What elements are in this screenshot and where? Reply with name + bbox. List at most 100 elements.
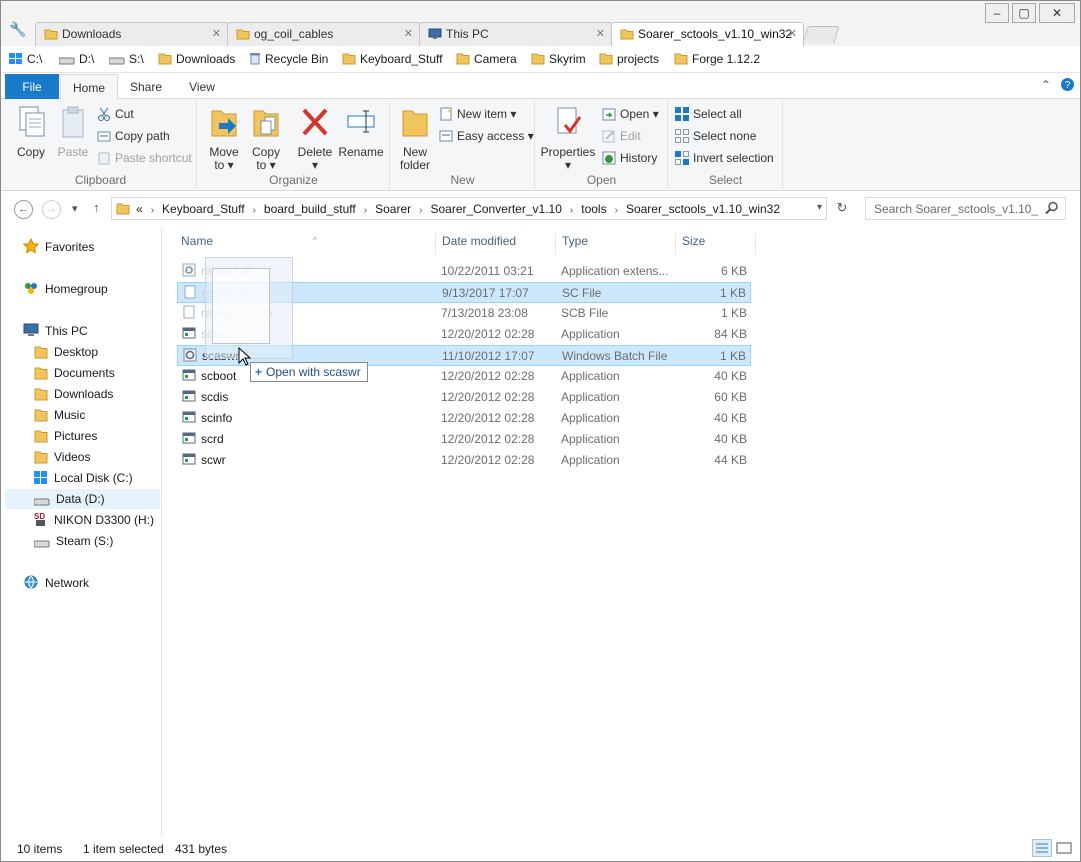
tab-home[interactable]: Home xyxy=(60,74,118,100)
close-icon[interactable]: ✕ xyxy=(212,27,221,40)
large-icons-view-button[interactable] xyxy=(1054,839,1074,857)
bookmark-projects[interactable]: projects xyxy=(599,52,659,68)
chevron-right-icon[interactable]: › xyxy=(615,205,618,216)
chevron-right-icon[interactable]: › xyxy=(151,205,154,216)
crumb-soarer[interactable]: Soarer xyxy=(375,202,411,216)
document-icon xyxy=(182,305,196,322)
close-icon[interactable]: ✕ xyxy=(596,27,605,40)
wrench-icon[interactable]: 🔧 xyxy=(9,21,26,38)
crumb-soarer-sctools[interactable]: Soarer_sctools_v1.10_win32 xyxy=(626,202,780,216)
edit-button[interactable]: Edit xyxy=(602,129,641,146)
nav-downloads[interactable]: Downloads xyxy=(34,384,113,404)
close-icon[interactable]: ✕ xyxy=(788,27,797,40)
tab-og-coil-cables[interactable]: og_coil_cables ✕ xyxy=(227,22,420,46)
nav-data-d[interactable]: Data (D:) xyxy=(5,489,160,509)
nav-steam-s[interactable]: Steam (S:) xyxy=(33,531,113,551)
nav-local-disk-c[interactable]: Local Disk (C:) xyxy=(34,468,133,488)
bookmark-c[interactable]: C:\ xyxy=(9,52,42,68)
paste-button[interactable]: Paste xyxy=(53,105,93,159)
bookmark-forge[interactable]: Forge 1.12.2 xyxy=(674,52,760,68)
search-input[interactable] xyxy=(866,198,1041,219)
tab-soarer-sctools[interactable]: Soarer_sctools_v1.10_win32 ✕ xyxy=(611,22,804,47)
file-row[interactable]: scdis 12/20/2012 02:28 Application 60 KB xyxy=(177,387,751,408)
minimize-button[interactable]: – xyxy=(985,3,1009,23)
search-icon[interactable] xyxy=(1045,201,1059,218)
paste-shortcut-button[interactable]: Paste shortcut xyxy=(97,151,192,168)
file-row[interactable]: scwr 12/20/2012 02:28 Application 44 KB xyxy=(177,450,751,471)
nav-documents[interactable]: Documents xyxy=(34,363,115,383)
up-arrow-icon[interactable]: ↑ xyxy=(93,200,100,215)
crumb-board-build-stuff[interactable]: board_build_stuff xyxy=(264,202,356,216)
nav-nikon-h[interactable]: SD NIKON D3300 (H:) xyxy=(34,510,154,530)
nav-homegroup[interactable]: Homegroup xyxy=(23,279,108,299)
tab-this-pc[interactable]: This PC ✕ xyxy=(419,22,612,46)
chevron-right-icon[interactable]: › xyxy=(253,205,256,216)
history-button[interactable]: History xyxy=(602,151,657,168)
breadcrumb-overflow[interactable]: « xyxy=(136,202,143,216)
nav-videos[interactable]: Videos xyxy=(34,447,90,467)
document-icon xyxy=(183,285,197,302)
help-icon[interactable]: ? xyxy=(1060,77,1075,95)
file-row[interactable]: scinfo 12/20/2012 02:28 Application 40 KB xyxy=(177,408,751,429)
nav-favorites[interactable]: Favorites xyxy=(22,237,94,257)
tab-view[interactable]: View xyxy=(181,74,223,99)
chevron-right-icon[interactable]: › xyxy=(419,205,422,216)
chevron-right-icon[interactable]: › xyxy=(570,205,573,216)
nav-pictures[interactable]: Pictures xyxy=(34,426,97,446)
select-all-button[interactable]: Select all xyxy=(675,107,742,124)
maximize-button[interactable]: ▢ xyxy=(1012,3,1036,23)
delete-button[interactable]: Delete ▾ xyxy=(294,105,336,172)
folder-icon xyxy=(34,450,48,470)
recent-locations-icon[interactable]: ▾ xyxy=(72,202,78,215)
tab-downloads[interactable]: Downloads ✕ xyxy=(35,22,228,46)
copy-button[interactable]: Copy xyxy=(11,105,51,159)
rename-button[interactable]: Rename xyxy=(338,105,384,159)
bookmark-camera[interactable]: Camera xyxy=(456,52,517,68)
details-view-button[interactable] xyxy=(1032,839,1052,857)
nav-network[interactable]: Network xyxy=(23,573,89,593)
scissors-icon xyxy=(97,107,111,124)
recycle-bin-icon xyxy=(249,52,261,68)
nav-music[interactable]: Music xyxy=(34,405,85,425)
bookmark-skyrim[interactable]: Skyrim xyxy=(531,52,586,68)
new-item-button[interactable]: New item ▾ xyxy=(439,107,516,124)
chevron-down-icon[interactable]: ▾ xyxy=(817,202,822,213)
address-bar[interactable]: « › Keyboard_Stuff › board_build_stuff › Soare… xyxy=(111,197,827,220)
back-button[interactable]: ← xyxy=(14,200,33,219)
move-to-button[interactable]: Move to ▾ xyxy=(204,105,244,172)
crumb-keyboard-stuff[interactable]: Keyboard_Stuff xyxy=(162,202,245,216)
close-button[interactable]: ✕ xyxy=(1039,3,1075,23)
copy-path-button[interactable]: Copy path xyxy=(97,129,170,146)
close-icon[interactable]: ✕ xyxy=(404,27,413,40)
crumb-soarer-converter[interactable]: Soarer_Converter_v1.10 xyxy=(430,202,561,216)
nav-desktop[interactable]: Desktop xyxy=(34,342,98,362)
chevron-right-icon[interactable]: › xyxy=(364,205,367,216)
bookmark-downloads[interactable]: Downloads xyxy=(158,52,235,68)
easy-access-button[interactable]: Easy access ▾ xyxy=(439,129,534,146)
tab-file[interactable]: File xyxy=(5,74,59,99)
clipboard-group-label: Clipboard xyxy=(74,173,127,187)
new-tab-button[interactable] xyxy=(802,26,840,43)
bookmark-s[interactable]: S:\ xyxy=(108,52,144,68)
column-header-date[interactable]: Date modified xyxy=(436,233,556,255)
invert-selection-button[interactable]: Invert selection xyxy=(675,151,774,168)
file-row[interactable]: scrd 12/20/2012 02:28 Application 40 KB xyxy=(177,429,751,450)
properties-button[interactable]: Properties ▾ xyxy=(540,105,596,172)
bookmark-keyboard-stuff[interactable]: Keyboard_Stuff xyxy=(342,52,443,68)
select-none-button[interactable]: Select none xyxy=(675,129,756,146)
crumb-tools[interactable]: tools xyxy=(581,202,606,216)
column-header-size[interactable]: Size xyxy=(676,233,756,255)
column-header-name[interactable]: ^ Name xyxy=(175,233,436,255)
forward-button[interactable]: → xyxy=(42,200,61,219)
bookmark-recycle-bin[interactable]: Recycle Bin xyxy=(249,52,328,68)
cut-button[interactable]: Cut xyxy=(97,107,134,124)
nav-this-pc[interactable]: This PC xyxy=(23,321,88,341)
open-button[interactable]: Open ▾ xyxy=(602,107,659,124)
new-folder-button[interactable]: New folder xyxy=(395,105,435,172)
refresh-button[interactable]: ↻ xyxy=(830,197,854,220)
tab-share[interactable]: Share xyxy=(123,74,169,99)
column-header-type[interactable]: Type xyxy=(556,233,676,255)
bookmark-d[interactable]: D:\ xyxy=(58,52,94,68)
collapse-ribbon-icon[interactable]: ⌃ xyxy=(1041,78,1051,92)
copy-to-button[interactable]: Copy to ▾ xyxy=(246,105,286,172)
